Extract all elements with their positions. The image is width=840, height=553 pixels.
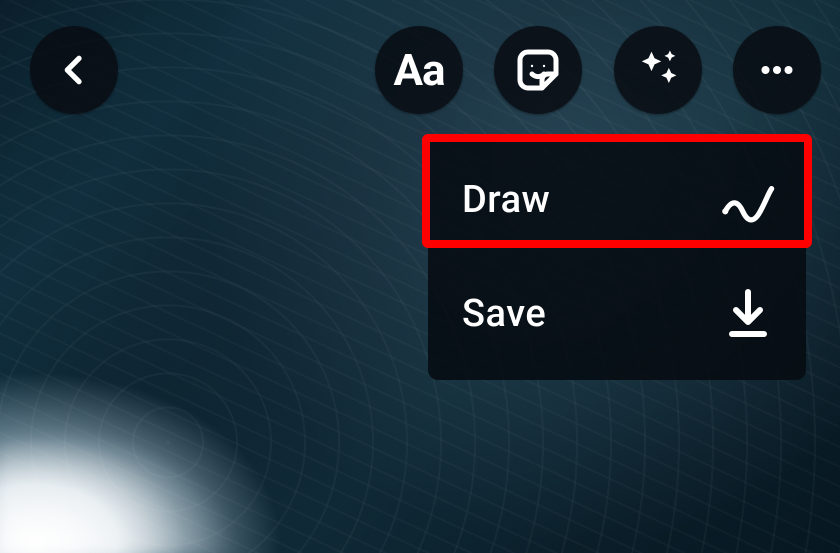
more-options-menu: Draw Save	[428, 138, 806, 380]
text-tool-icon: Aa	[393, 44, 444, 96]
draw-squiggle-icon	[720, 172, 776, 228]
chevron-left-icon	[54, 50, 94, 90]
menu-item-save[interactable]: Save	[428, 258, 806, 372]
more-horizontal-icon	[754, 47, 800, 93]
effects-tool-button[interactable]	[614, 26, 702, 114]
menu-item-draw[interactable]: Draw	[428, 144, 806, 258]
back-button[interactable]	[30, 26, 118, 114]
download-icon	[720, 286, 776, 342]
menu-item-label: Save	[462, 292, 546, 336]
sticker-tool-button[interactable]	[494, 26, 582, 114]
story-editor-canvas: Aa	[0, 0, 840, 553]
sticker-icon	[514, 46, 562, 94]
text-tool-button[interactable]: Aa	[375, 26, 463, 114]
sparkle-icon	[632, 44, 684, 96]
more-options-button[interactable]	[733, 26, 821, 114]
menu-item-label: Draw	[462, 178, 550, 222]
